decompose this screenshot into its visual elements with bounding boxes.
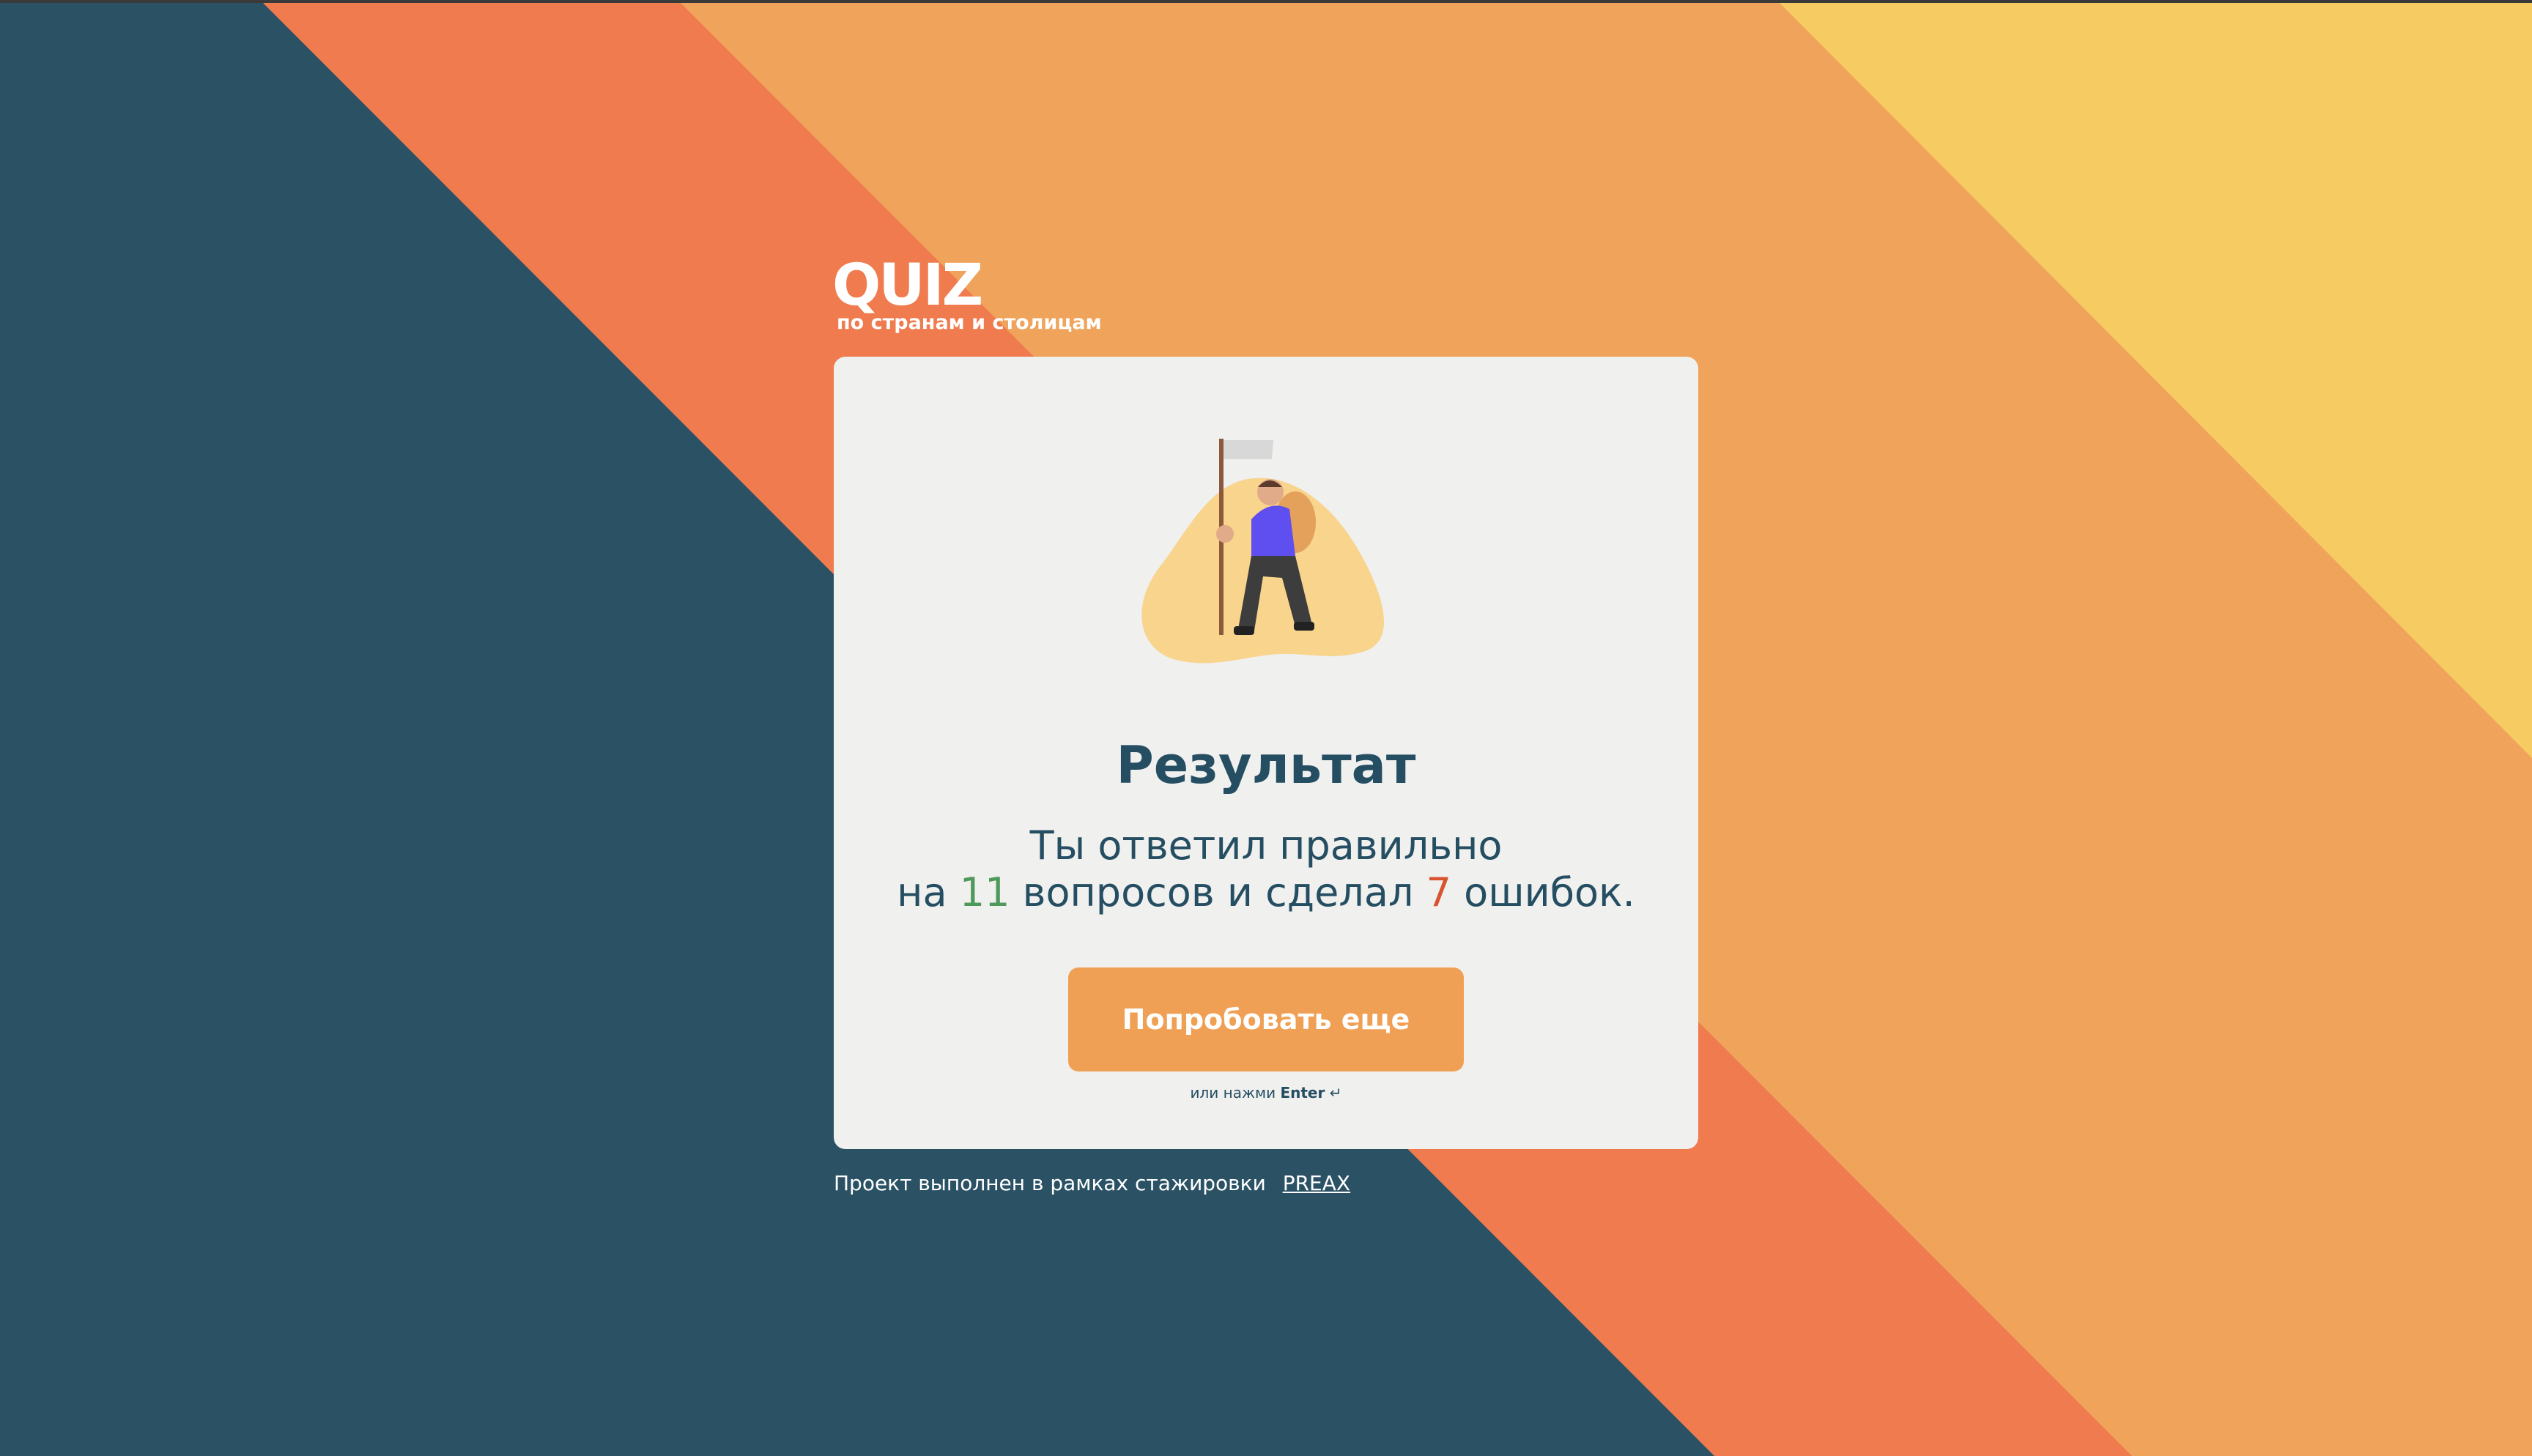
keyboard-hint: или нажми Enter ↵ <box>834 1083 1698 1102</box>
correct-count: 11 <box>959 869 1010 915</box>
result-heading: Результат <box>1116 735 1416 795</box>
hint-key: Enter <box>1280 1084 1325 1102</box>
line2-suffix: ошибок. <box>1464 869 1635 915</box>
retry-button[interactable]: Попробовать еще <box>1068 967 1464 1071</box>
flag-cloth <box>1224 440 1273 459</box>
result-summary: Ты ответил правильно на 11 вопросов и сд… <box>834 822 1698 916</box>
mistakes-count: 7 <box>1426 869 1451 915</box>
footer-text: Проект выполнен в рамках стажировки <box>834 1171 1266 1195</box>
line2-middle: вопросов и сделал <box>1022 869 1414 915</box>
hint-prefix: или нажми <box>1190 1084 1276 1102</box>
preax-link[interactable]: PREAX <box>1283 1171 1350 1195</box>
hiker-with-flag-illustration <box>1141 439 1385 664</box>
hiker-left-boot <box>1234 626 1254 635</box>
result-line-2: на 11 вопросов и сделал 7 ошибок. <box>834 869 1698 916</box>
result-line-1: Ты ответил правильно <box>1029 822 1503 869</box>
window-top-border <box>0 0 2532 3</box>
logo-title: QUIZ <box>832 253 983 319</box>
quiz-logo: QUIZ по странам и столицам <box>832 253 1102 334</box>
hiker-jacket <box>1251 505 1295 562</box>
project-footer: Проект выполнен в рамках стажировки PREA… <box>834 1169 1350 1198</box>
line2-prefix: на <box>897 869 947 915</box>
hiker-right-boot <box>1294 622 1314 631</box>
hiker-hand <box>1216 525 1234 543</box>
result-card: Результат Ты ответил правильно на 11 воп… <box>834 357 1698 1149</box>
enter-return-icon: ↵ <box>1329 1084 1342 1102</box>
logo-subtitle: по странам и столицам <box>837 311 1102 334</box>
